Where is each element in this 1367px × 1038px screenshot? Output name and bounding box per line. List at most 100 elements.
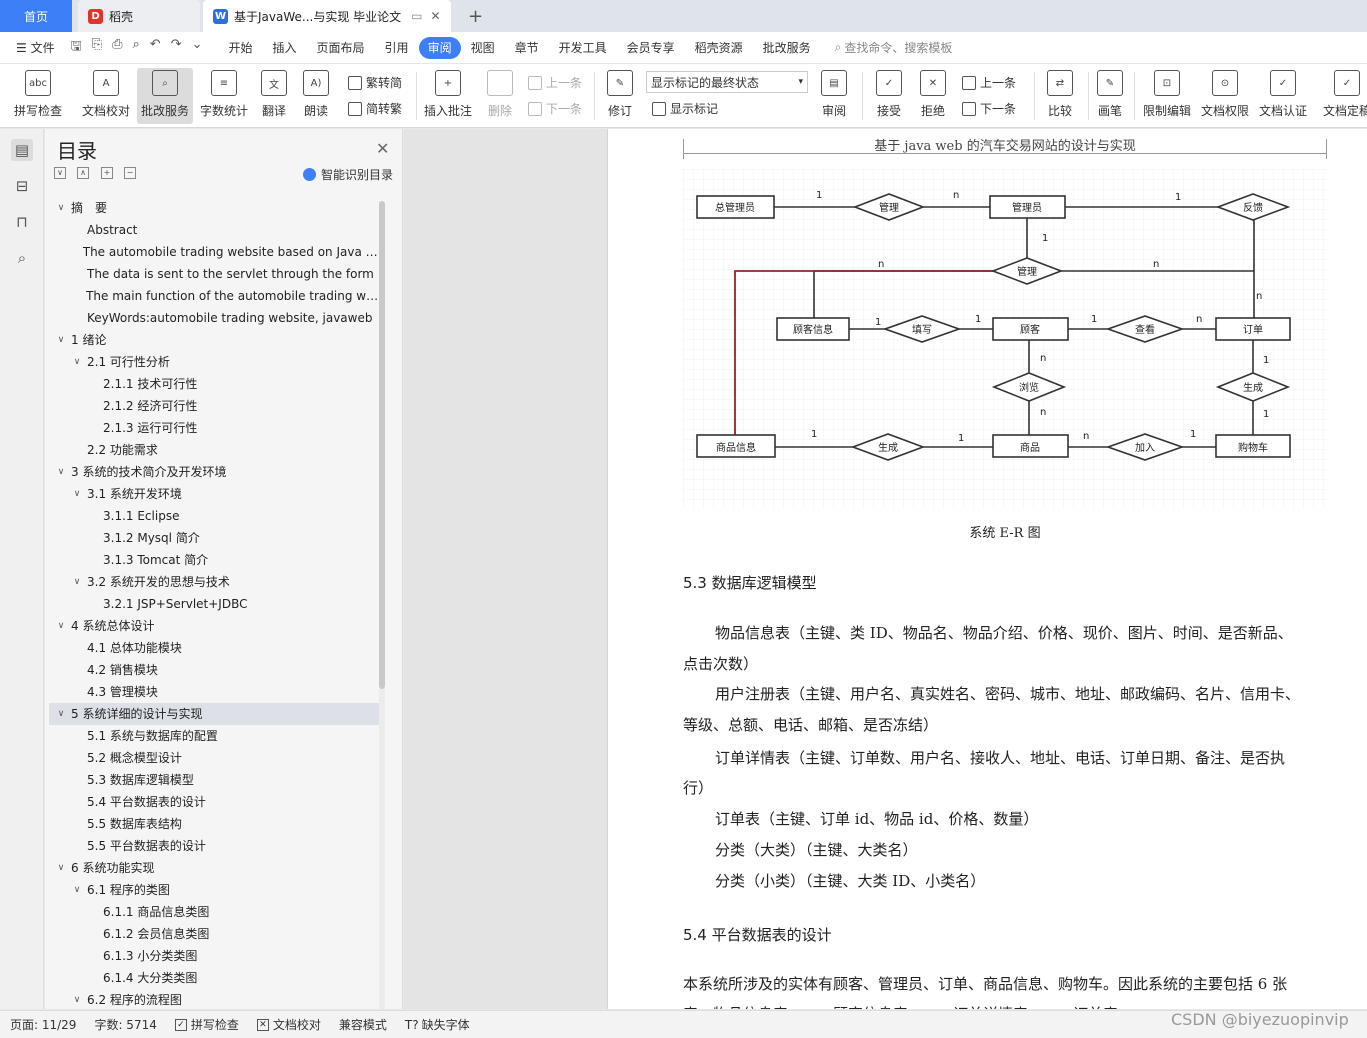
toc-item[interactable]: The main function of the automobile trad…	[49, 285, 379, 307]
preview-icon[interactable]: ⌕	[133, 37, 140, 59]
page-indicator[interactable]: 页面: 11/29	[10, 1016, 76, 1033]
chevron-down-icon[interactable]: ∨	[55, 329, 67, 351]
toc-panel-icon[interactable]: ▤	[11, 139, 33, 161]
toc-item[interactable]: 5.5 数据库表结构	[49, 813, 379, 835]
search-icon[interactable]: ⌕	[11, 247, 33, 269]
remove-level-icon[interactable]: −	[124, 167, 136, 179]
toc-item[interactable]: 5.5 平台数据表的设计	[49, 835, 379, 857]
translate-button[interactable]: 文翻译	[256, 68, 292, 124]
doc-certify-button[interactable]: ✓ 文档认证	[1256, 68, 1310, 124]
toc-item[interactable]: 2.1.3 运行可行性	[49, 417, 379, 439]
compat-mode[interactable]: 兼容模式	[339, 1016, 387, 1033]
toc-item[interactable]: The automobile trading website based on …	[49, 241, 379, 263]
toc-item[interactable]: KeyWords:automobile trading website, jav…	[49, 307, 379, 329]
menu-review[interactable]: 审阅	[418, 36, 461, 59]
status-spell-check[interactable]: ✓ 拼写检查	[174, 1016, 239, 1033]
toc-item[interactable]: ∨ 4 系统总体设计	[49, 615, 379, 637]
doc-check-button[interactable]: A 文档校对	[78, 68, 134, 124]
prev-comment-button[interactable]: 上一条	[528, 74, 582, 91]
chevron-down-icon[interactable]: ⌄	[192, 37, 203, 59]
toc-item[interactable]: 3.1.3 Tomcat 简介	[49, 549, 379, 571]
toc-item[interactable]: 5.2 概念模型设计	[49, 747, 379, 769]
toc-scrollbar[interactable]	[379, 201, 385, 689]
reject-button[interactable]: ✕ 拒绝	[914, 68, 952, 124]
toc-item[interactable]: Abstract	[49, 219, 379, 241]
prev-change-button[interactable]: 上一条	[962, 74, 1016, 91]
toc-item[interactable]: 6.1.3 小分类类图	[49, 945, 379, 967]
toc-item[interactable]: ∨ 3.1 系统开发环境	[49, 483, 379, 505]
toc-item[interactable]: 3.1.1 Eclipse	[49, 505, 379, 527]
doc-finalize-button[interactable]: ✓ 文档定稿	[1318, 68, 1367, 124]
menu-correct-service[interactable]: 批改服务	[753, 37, 821, 59]
correct-service-button[interactable]: ⌕ 批改服务	[137, 68, 193, 124]
close-icon[interactable]: ✕	[376, 139, 389, 158]
missing-font[interactable]: T? 缺失字体	[405, 1016, 470, 1033]
toc-item[interactable]: 6.1.1 商品信息类图	[49, 901, 379, 923]
close-tab-icon[interactable]: ✕	[431, 9, 441, 23]
menu-insert[interactable]: 插入	[263, 37, 307, 59]
insert-comment-button[interactable]: + 插入批注	[422, 68, 474, 124]
chevron-down-icon[interactable]: ∨	[71, 571, 83, 593]
toc-item[interactable]: 3.2.1 JSP+Servlet+JDBC	[49, 593, 379, 615]
command-search[interactable]: ⌕ 查找命令、搜索模板	[835, 39, 953, 56]
toc-item[interactable]: ∨ 5 系统详细的设计与实现	[49, 703, 379, 725]
simp-to-trad-button[interactable]: 简转繁	[348, 100, 402, 117]
save-icon[interactable]: 🖫	[71, 37, 82, 59]
menu-view[interactable]: 视图	[461, 37, 505, 59]
outline-panel-icon[interactable]: ⊟	[11, 175, 33, 197]
compare-button[interactable]: ⇄ 比较	[1040, 68, 1080, 124]
accept-button[interactable]: ✓ 接受	[870, 68, 908, 124]
bookmark-icon[interactable]: ⊓	[11, 211, 33, 233]
toc-item[interactable]: 6.1.2 会员信息类图	[49, 923, 379, 945]
add-level-icon[interactable]: +	[101, 167, 113, 179]
expand-up-icon[interactable]: ∧	[77, 167, 89, 179]
chevron-down-icon[interactable]: ∨	[71, 879, 83, 901]
menu-docer-resources[interactable]: 稻壳资源	[685, 37, 753, 59]
export-icon[interactable]: ⎘	[92, 37, 102, 59]
word-count-indicator[interactable]: 字数: 5714	[94, 1016, 156, 1033]
markup-state-select[interactable]: 显示标记的最终状态 ▾	[646, 71, 808, 93]
menu-start[interactable]: 开始	[219, 37, 263, 59]
delete-comment-button[interactable]: 删除	[480, 68, 520, 124]
chevron-down-icon[interactable]: ∨	[55, 703, 67, 725]
menu-references[interactable]: 引用	[375, 37, 419, 59]
toc-item[interactable]: ∨ 3 系统的技术简介及开发环境	[49, 461, 379, 483]
tab-home[interactable]: 首页	[0, 0, 72, 32]
read-aloud-button[interactable]: A) 朗读	[298, 68, 334, 124]
chevron-down-icon[interactable]: ∨	[55, 197, 67, 219]
chevron-down-icon[interactable]: ∨	[71, 351, 83, 373]
chevron-down-icon[interactable]: ∨	[55, 615, 67, 637]
trad-to-simp-button[interactable]: 繁转简	[348, 74, 402, 91]
word-count-button[interactable]: ≡ 字数统计	[198, 68, 250, 124]
toc-item[interactable]: 4.1 总体功能模块	[49, 637, 379, 659]
track-changes-button[interactable]: ✎ 修订	[600, 68, 640, 124]
doc-permission-button[interactable]: ⊙ 文档权限	[1198, 68, 1252, 124]
toc-item[interactable]: ∨ 6.1 程序的类图	[49, 879, 379, 901]
menu-developer[interactable]: 开发工具	[549, 37, 617, 59]
toc-item[interactable]: ∨ 1 绪论	[49, 329, 379, 351]
toc-item[interactable]: ∨ 2.1 可行性分析	[49, 351, 379, 373]
document-page[interactable]: 基于 java web 的汽车交易网站的设计与实现 1 n 1 1 n n n …	[608, 129, 1367, 1009]
collapse-all-icon[interactable]: ∨	[54, 167, 66, 179]
toc-item[interactable]: 5.4 平台数据表的设计	[49, 791, 379, 813]
menu-layout[interactable]: 页面布局	[307, 37, 375, 59]
monitor-icon[interactable]: ▭	[411, 9, 422, 23]
redo-icon[interactable]: ↷	[171, 37, 182, 59]
chevron-down-icon[interactable]: ∨	[71, 483, 83, 505]
print-icon[interactable]: ⎙	[112, 37, 122, 59]
toc-item[interactable]: 2.1.2 经济可行性	[49, 395, 379, 417]
toc-item[interactable]: ∨ 6 系统功能实现	[49, 857, 379, 879]
toc-item[interactable]: 4.2 销售模块	[49, 659, 379, 681]
tab-document[interactable]: W 基于JavaWe...与实现 毕业论文 ▭ ✕	[203, 0, 451, 32]
file-menu[interactable]: ☰ 文件	[6, 37, 65, 59]
toc-item[interactable]: 5.1 系统与数据库的配置	[49, 725, 379, 747]
undo-icon[interactable]: ↶	[150, 37, 161, 59]
status-doc-check[interactable]: ✕ 文档校对	[256, 1016, 321, 1033]
toc-item[interactable]: 2.2 功能需求	[49, 439, 379, 461]
spell-check-button[interactable]: abc 拼写检查	[10, 68, 66, 124]
toc-item[interactable]: 6.1.4 大分类类图	[49, 967, 379, 989]
chevron-down-icon[interactable]: ∨	[55, 461, 67, 483]
toc-item[interactable]: The data is sent to the servlet through …	[49, 263, 379, 285]
toc-item[interactable]: ∨ 3.2 系统开发的思想与技术	[49, 571, 379, 593]
toc-item[interactable]: ∨ 摘 要	[49, 197, 379, 219]
